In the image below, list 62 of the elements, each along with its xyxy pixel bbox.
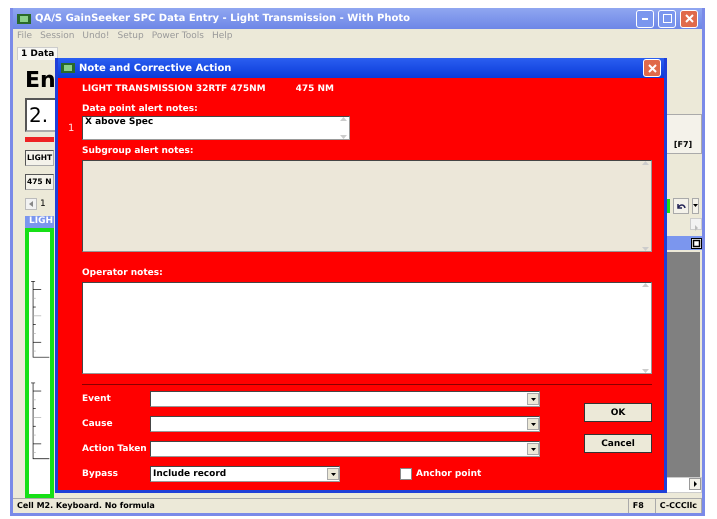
notes-area[interactable] bbox=[82, 282, 652, 374]
maximize-button[interactable] bbox=[658, 10, 676, 28]
checkbox-label: Anchor point bbox=[416, 469, 482, 479]
close-icon bbox=[684, 14, 694, 24]
scroll-down-icon bbox=[340, 135, 346, 139]
scroll-down-icon bbox=[642, 247, 648, 251]
minimize-icon bbox=[642, 18, 648, 20]
scroll-up-icon bbox=[642, 283, 648, 287]
scroll-up-icon bbox=[340, 117, 346, 121]
maximize-icon bbox=[662, 14, 672, 24]
close-icon bbox=[648, 64, 656, 72]
scroll-up-icon bbox=[642, 161, 648, 165]
f7-button[interactable]: [F7] bbox=[664, 114, 702, 154]
restore-icon[interactable] bbox=[691, 238, 702, 248]
field-label: Event bbox=[82, 394, 112, 404]
dropdown[interactable]: Include record bbox=[150, 466, 340, 482]
field-label: Bypass bbox=[82, 469, 119, 479]
right-arrow-icon bbox=[694, 225, 698, 231]
field-label: Action Taken bbox=[82, 444, 148, 454]
notes-field[interactable]: X above Spec bbox=[82, 116, 350, 140]
dropdown-button[interactable] bbox=[692, 198, 699, 214]
field-value: X above Spec bbox=[85, 117, 154, 129]
ok-button[interactable]: OK bbox=[584, 403, 652, 422]
dropdown[interactable] bbox=[150, 391, 540, 407]
heading: En bbox=[25, 67, 54, 95]
app-icon bbox=[61, 62, 75, 74]
value-field[interactable]: 2. bbox=[25, 98, 57, 132]
dialog-title: Note and Corrective Action bbox=[79, 62, 232, 74]
dialog-heading: LIGHT TRANSMISSION 32RTF 475NM bbox=[82, 84, 266, 96]
field-label: Subgroup alert notes: bbox=[82, 146, 194, 158]
window-title: QA/S GainSeeker SPC Data Entry - Light Transmission - With Photo bbox=[35, 13, 412, 24]
previous-button[interactable] bbox=[25, 198, 37, 210]
close-button[interactable] bbox=[643, 59, 661, 77]
status-text: F8 bbox=[628, 499, 656, 513]
app-icon bbox=[17, 12, 31, 25]
scroll-down-icon bbox=[642, 369, 648, 373]
field-label: Operator notes: bbox=[82, 268, 164, 280]
status-text: Cell M2. Keyboard. No formula bbox=[13, 499, 629, 513]
field-label: Data point alert notes: bbox=[82, 104, 199, 116]
cancel-button[interactable]: Cancel bbox=[584, 434, 652, 453]
status-bar-indicator bbox=[25, 137, 54, 142]
close-button[interactable] bbox=[680, 10, 698, 28]
dropdown[interactable] bbox=[150, 416, 540, 432]
caret-icon bbox=[330, 472, 336, 476]
tab[interactable]: 1 Data bbox=[17, 46, 58, 60]
page-number: 1 bbox=[40, 199, 46, 209]
checkbox[interactable] bbox=[400, 468, 412, 480]
left-arrow-icon bbox=[29, 201, 33, 207]
undo-button[interactable] bbox=[673, 198, 689, 214]
undo-icon bbox=[676, 203, 686, 211]
row-number: 1 bbox=[68, 122, 76, 134]
caret-icon bbox=[693, 204, 698, 207]
caret-icon bbox=[530, 422, 536, 426]
caret-icon bbox=[530, 448, 536, 450]
dropdown[interactable] bbox=[150, 441, 540, 457]
status-text: C-CCCllc bbox=[656, 499, 702, 513]
dialog-heading: 475 NM bbox=[296, 84, 334, 96]
caret-icon bbox=[530, 398, 536, 400]
dropdown-value: Include record bbox=[153, 469, 226, 479]
panel-title: LIGH bbox=[25, 216, 54, 228]
minimize-button[interactable] bbox=[636, 10, 654, 28]
field-label: Cause bbox=[82, 419, 114, 429]
